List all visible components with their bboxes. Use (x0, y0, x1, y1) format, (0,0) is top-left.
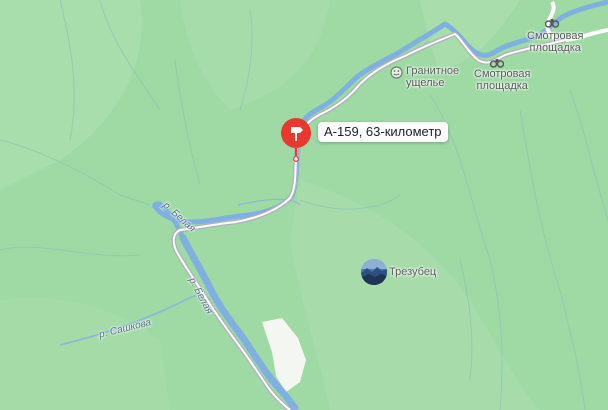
mountain-photo-icon[interactable] (361, 259, 387, 285)
binoculars-icon[interactable] (545, 16, 559, 28)
poi-label-viewpoint-1-line2: площадка (529, 42, 581, 54)
poi-label-viewpoint-2-line2: площадка (476, 80, 528, 92)
poi-label-gorge[interactable]: Гранитное ущелье (406, 65, 459, 89)
binoculars-icon[interactable] (490, 56, 504, 68)
poi-label-gorge-line1: Гранитное (406, 65, 460, 77)
poi-label-viewpoint-2[interactable]: Смотровая площадка (474, 68, 530, 92)
poi-label-peak[interactable]: Трезубец (389, 266, 436, 278)
pin-stem (293, 148, 299, 162)
smiley-icon[interactable] (390, 66, 403, 79)
map-view[interactable]: р. Белая р. Белая р. Сашкова Гранитное у… (0, 0, 608, 410)
map-terrain (0, 0, 608, 410)
poi-label-gorge-line2: ущелье (406, 77, 445, 89)
road-sign-icon[interactable] (279, 116, 313, 150)
poi-label-viewpoint-1[interactable]: Смотровая площадка (527, 30, 583, 54)
poi-label-viewpoint-1-line1: Смотровая (527, 30, 584, 42)
poi-label-viewpoint-2-line1: Смотровая (474, 68, 531, 80)
road-marker-label[interactable]: А-159, 63-километр (318, 122, 448, 142)
